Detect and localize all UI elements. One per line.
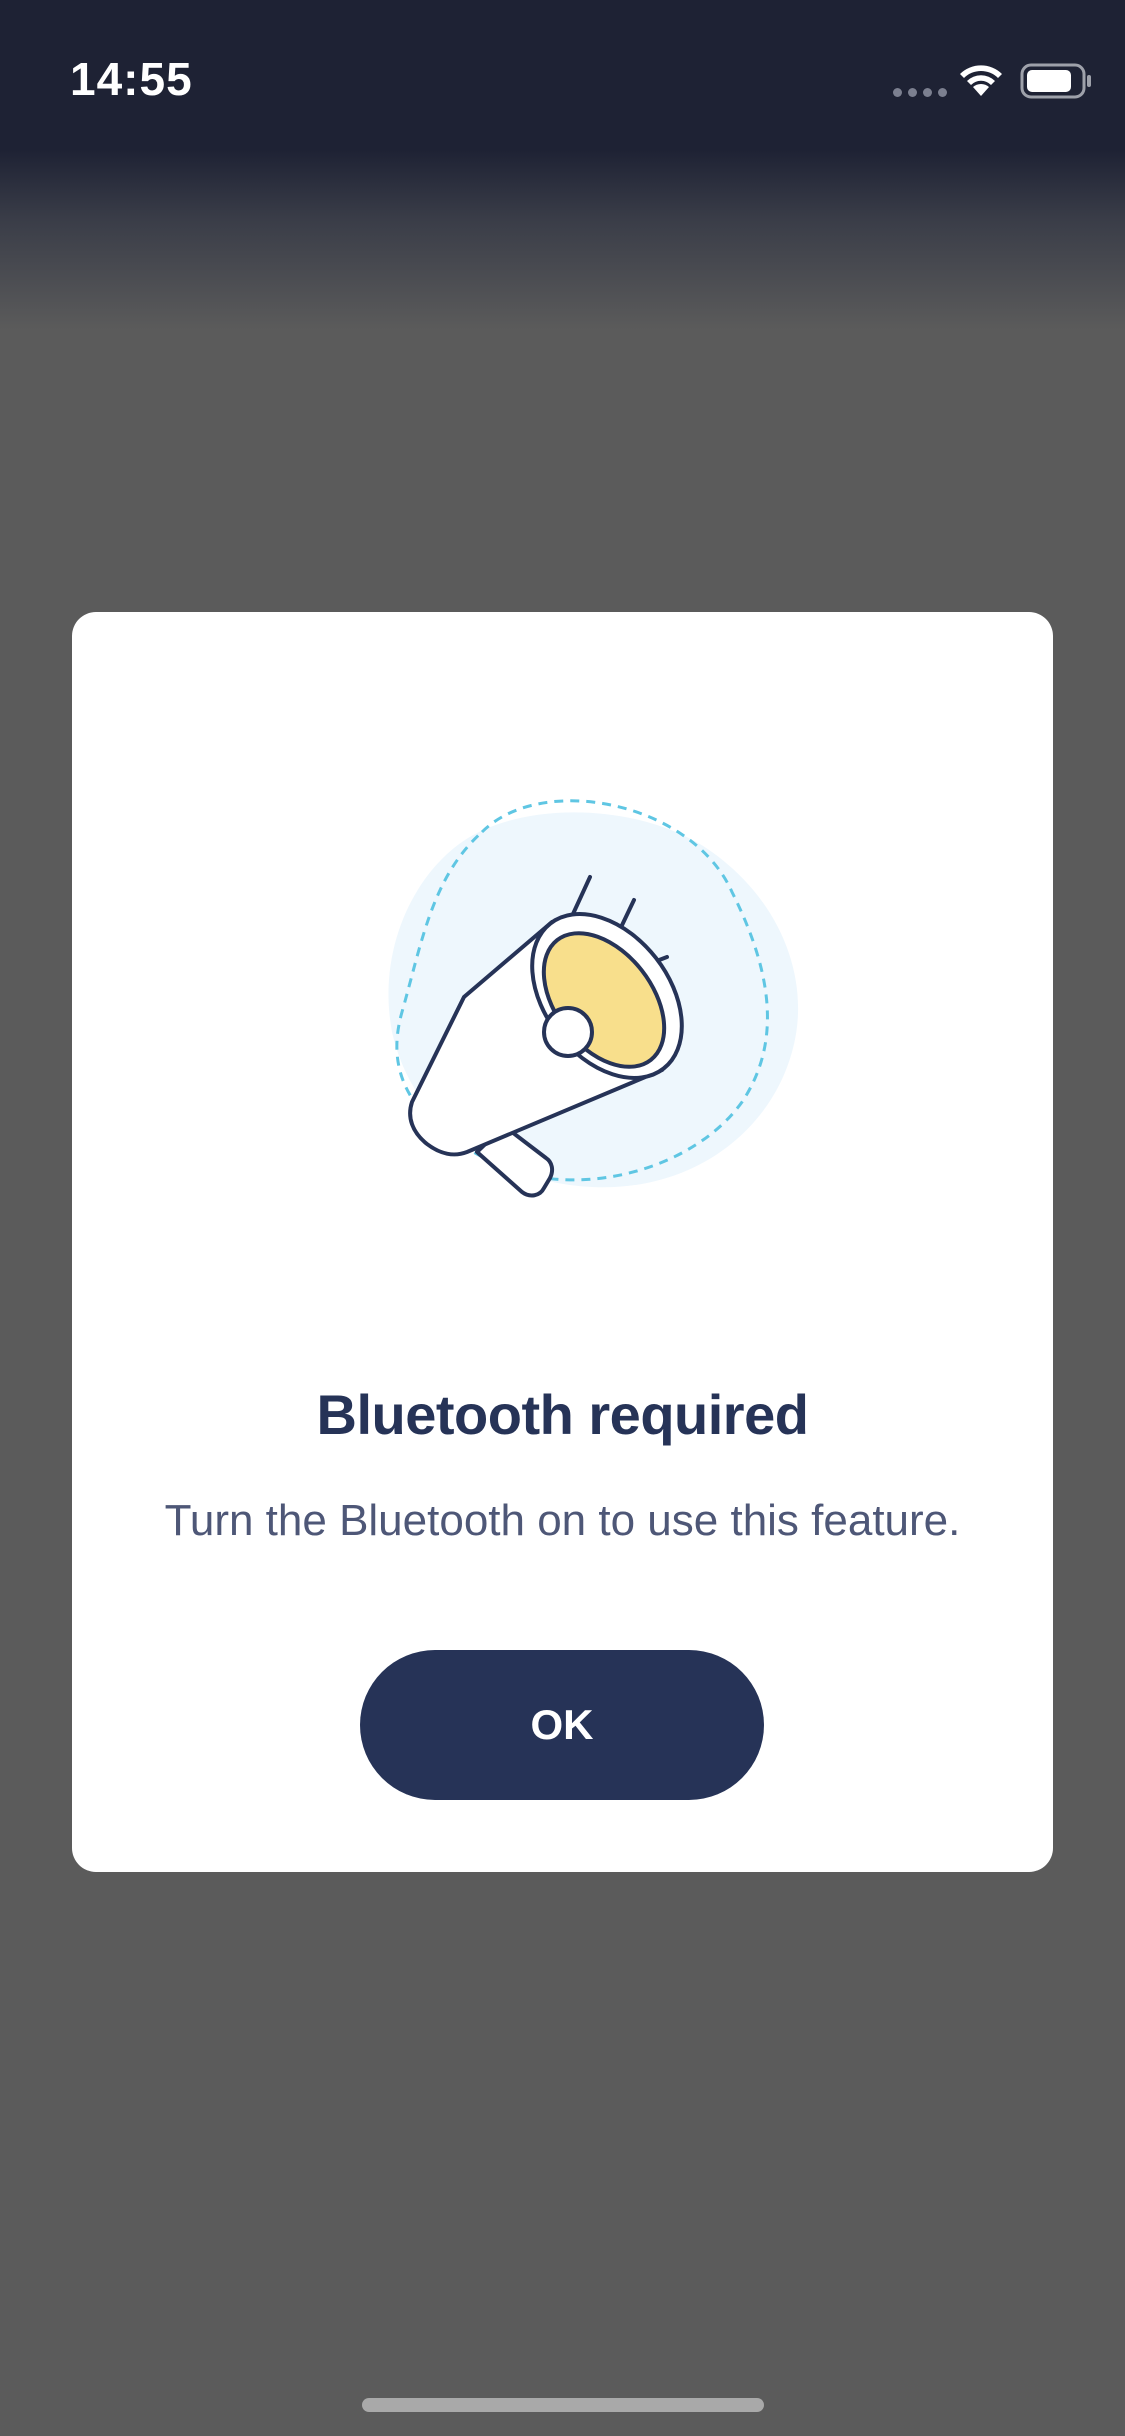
- battery-icon: [1020, 63, 1091, 99]
- status-time: 14:55: [70, 53, 193, 105]
- status-bar: 14:55: [0, 0, 1125, 140]
- bluetooth-required-dialog: Bluetooth required Turn the Bluetooth on…: [72, 612, 1053, 1872]
- wifi-icon: [960, 65, 1002, 96]
- home-indicator[interactable]: [362, 2398, 764, 2412]
- megaphone-icon: [388, 799, 799, 1198]
- dialog-title: Bluetooth required: [316, 1383, 809, 1446]
- ok-button[interactable]: OK: [360, 1650, 764, 1800]
- cellular-signal-icon: [893, 88, 947, 97]
- dialog-message: Turn the Bluetooth on to use this featur…: [164, 1496, 961, 1545]
